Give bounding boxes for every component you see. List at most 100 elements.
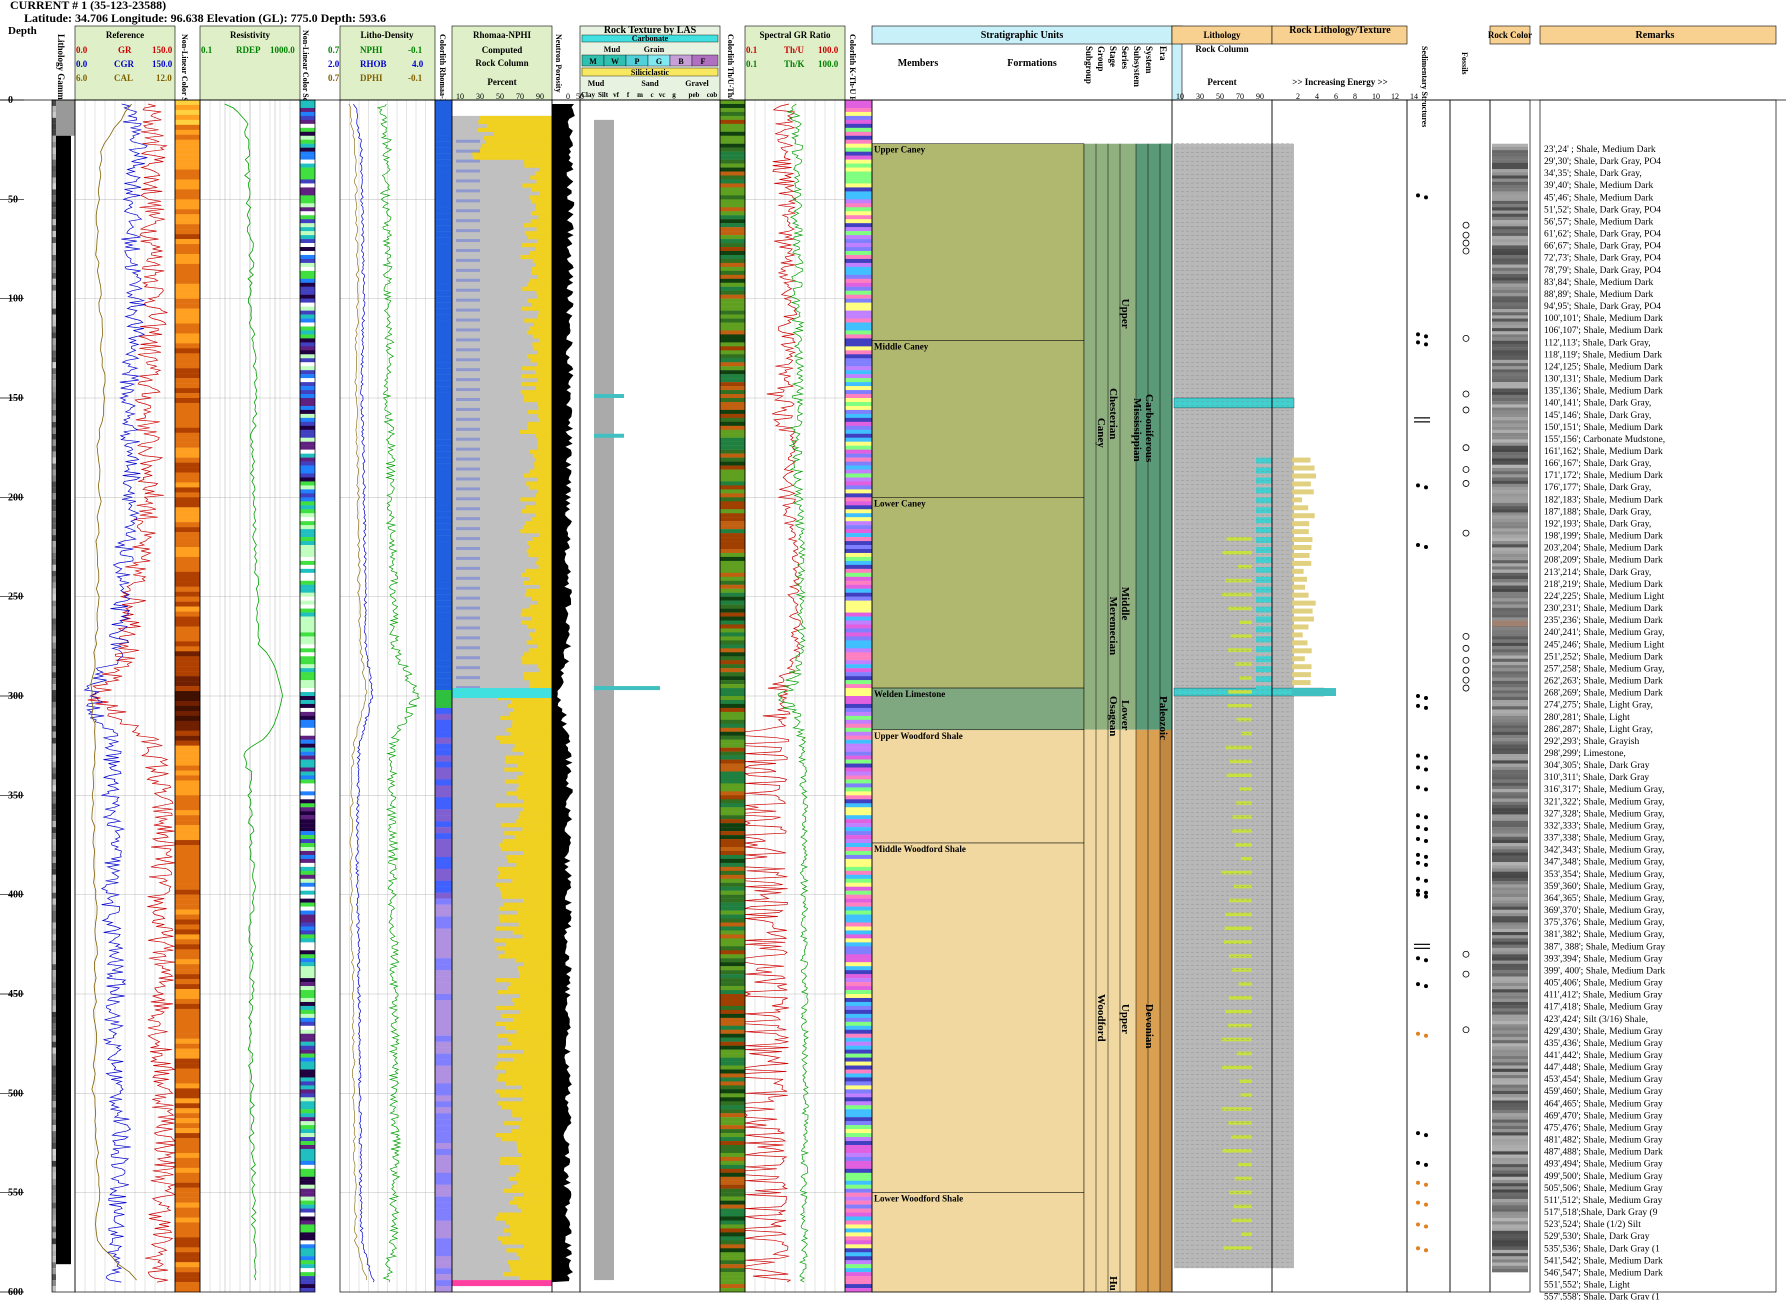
- rock-color-band: [1492, 1233, 1528, 1238]
- rhomaa-silt-fill: [504, 767, 552, 772]
- remark-line: 100',101'; Shale, Medium Dark: [1544, 314, 1663, 324]
- thu-colorlith-band: [720, 481, 745, 486]
- nphi-color-band: [300, 723, 315, 728]
- rhomaa-blue-band: [456, 527, 480, 531]
- depth-tick-label: 50: [8, 194, 18, 205]
- rdep-color-band: [175, 517, 200, 523]
- rhomaa-colorlith-band: [435, 1065, 452, 1072]
- rhomaa-silt-fill: [535, 457, 552, 462]
- rock-color-band: [1492, 960, 1528, 965]
- sed-nodule: [1416, 825, 1420, 830]
- rock-color-band: [1492, 814, 1528, 818]
- thu-colorlith-band: [720, 1200, 745, 1205]
- fossils-header: Fossils: [1460, 52, 1469, 75]
- thu-name: Th/U: [784, 45, 805, 55]
- kthu-colorlith-band: [845, 556, 872, 562]
- nphi-color-band: [300, 1232, 315, 1237]
- lithology-gr-shade: [52, 868, 56, 875]
- rock-color-band: [1492, 836, 1528, 841]
- rock-color-band: [1492, 1119, 1528, 1123]
- siliciclastic-class-7: g: [672, 91, 676, 99]
- kthu-colorlith-band: [845, 1204, 872, 1209]
- rock-color-band: [1492, 194, 1528, 198]
- energy-bar: [1292, 513, 1315, 519]
- nphi-color-band: [300, 183, 315, 188]
- thu-colorlith-band: [720, 747, 745, 752]
- kthu-colorlith-band: [845, 107, 872, 113]
- thu-colorlith-band: [720, 143, 745, 148]
- sed-nodule: [1416, 852, 1420, 857]
- remark-line: 245',246'; Shale, Medium Light: [1544, 640, 1665, 650]
- strat-member-band: [871, 1192, 1085, 1293]
- nphi-color-band: [300, 688, 315, 693]
- rhomaa-silt-fill: [523, 398, 552, 403]
- lithology-gr-shade: [52, 666, 56, 673]
- rock-color-band: [1492, 280, 1528, 284]
- nphi-color-band: [300, 326, 315, 331]
- nphi-color-band: [300, 668, 315, 673]
- kthu-colorlith-band: [845, 1141, 872, 1146]
- nphi-color-band: [300, 529, 315, 534]
- neutron-porosity-fill: [552, 103, 575, 1283]
- rdep-color-band: [175, 154, 200, 160]
- lithology-gr-shade: [52, 1250, 56, 1257]
- rhomaa-colorlith-band: [435, 105, 452, 113]
- remark-line: 140',141'; Shale, Dark Gray,: [1544, 399, 1651, 409]
- rock-color-band: [1492, 1199, 1528, 1203]
- rock-color-band: [1492, 235, 1528, 240]
- kthu-colorlith-band: [845, 1148, 872, 1154]
- rhomaa-silt-fill: [523, 473, 552, 478]
- thu-colorlith-band: [720, 862, 745, 868]
- rdep-color-band: [175, 696, 200, 702]
- rock-color-band: [1492, 976, 1528, 980]
- rhomaa-colorlith-band: [435, 547, 452, 554]
- rdep-color-band: [175, 353, 200, 359]
- rdep-color-band: [175, 631, 200, 637]
- lithology-silt-streak: [1229, 898, 1252, 903]
- nphi-color-band: [300, 866, 315, 872]
- kthu-colorlith-band: [845, 707, 872, 713]
- kthu-colorlith-band: [845, 787, 872, 792]
- rhomaa-colorlith-band: [435, 511, 452, 518]
- remark-line: 166',167'; Shale, Dark Gray,: [1544, 459, 1651, 469]
- rock-color-band: [1492, 769, 1528, 774]
- rock-color-band: [1492, 890, 1528, 895]
- lithology-silt-streak: [1225, 745, 1252, 750]
- kthu-colorlith-band: [845, 819, 872, 824]
- rock-color-band: [1492, 219, 1528, 224]
- thk-max: 100.0: [818, 59, 839, 69]
- rock-color-band: [1492, 1014, 1528, 1019]
- rock-color-band: [1492, 935, 1528, 939]
- rdep-color-band: [175, 437, 200, 443]
- rock-color-brown: [1492, 620, 1528, 627]
- remark-line: 280',281'; Shale, Light: [1544, 713, 1630, 723]
- kthu-colorlith-band: [845, 366, 872, 371]
- rhomaa-silt-fill: [538, 533, 552, 538]
- rhomaa-silt-fill: [538, 405, 552, 411]
- rhomaa-colorlith-band: [435, 707, 452, 715]
- rdep-color-band: [175, 969, 200, 975]
- sed-nodule: [1416, 1222, 1420, 1227]
- lithology-gr-shade: [52, 100, 56, 106]
- kthu-colorlith-band: [845, 688, 872, 693]
- rdep-color-band: [175, 1182, 200, 1188]
- nphi-color-band: [300, 143, 315, 148]
- rdep-color-band: [175, 1267, 200, 1273]
- kthu-colorlith-band: [845, 1248, 872, 1253]
- rock-color-band: [1492, 556, 1528, 561]
- lithology-gr-shade: [52, 1154, 56, 1161]
- rdep-color-band: [175, 447, 200, 453]
- rock-color-band: [1492, 506, 1528, 510]
- rdep-color-band: [175, 388, 200, 394]
- rdep-color-band: [175, 512, 200, 518]
- thu-colorlith-band: [720, 517, 745, 522]
- thu-colorlith-band: [720, 1204, 745, 1209]
- rhob-name: RHOB: [360, 59, 387, 69]
- rock-color-band: [1492, 706, 1528, 710]
- rock-color-band: [1492, 1001, 1528, 1006]
- nphi-color-band: [300, 592, 315, 597]
- lithology-gr-shade: [52, 380, 56, 387]
- lithology-silt-streak: [1228, 1023, 1252, 1028]
- rhomaa-percent-label: Percent: [487, 77, 516, 87]
- lithology-gr-shade: [52, 952, 56, 959]
